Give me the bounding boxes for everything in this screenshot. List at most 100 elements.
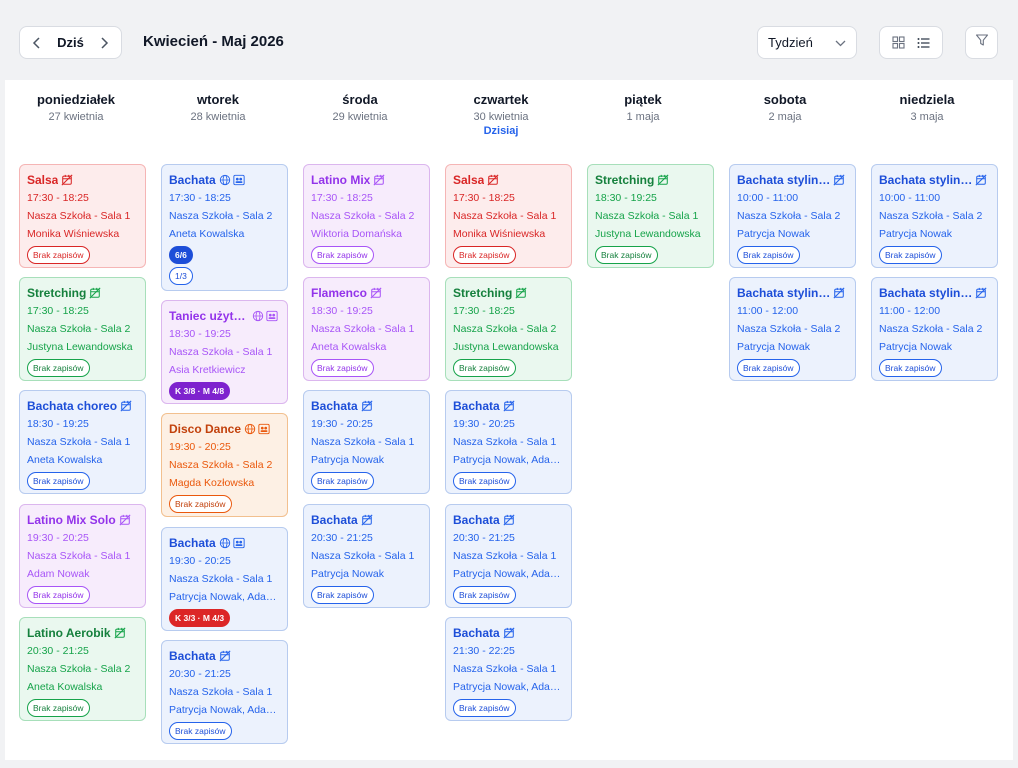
- event-time: 20:30 - 21:25: [169, 668, 231, 680]
- date-range-title: Kwiecień - Maj 2026: [143, 33, 284, 50]
- event-time: 19:30 - 20:25: [169, 441, 231, 453]
- capacity-pill: K 3/3 · M 4/3: [169, 609, 231, 627]
- no-booking-icon: [833, 287, 845, 299]
- chevron-down-icon: [835, 35, 846, 50]
- view-select-value: Tydzień: [768, 35, 813, 50]
- day-header-monday: poniedziałek 27 kwietnia: [11, 92, 141, 123]
- no-booking-icon: [370, 287, 382, 299]
- list-view-icon[interactable]: [913, 32, 935, 54]
- event-location: Nasza Szkoła - Sala 1: [595, 210, 699, 222]
- event-card[interactable]: Bachata 19:30 - 20:25 Nasza Szkoła - Sal…: [303, 390, 430, 494]
- event-time: 20:30 - 21:25: [453, 532, 515, 544]
- grid-view-icon[interactable]: [888, 32, 910, 54]
- event-title: Bachata: [311, 512, 358, 527]
- event-title: Salsa: [27, 172, 59, 187]
- event-time: 17:30 - 18:25: [453, 192, 515, 204]
- event-location: Nasza Szkoła - Sala 1: [453, 436, 557, 448]
- no-booking-icon: [361, 514, 373, 526]
- event-teacher: Patrycja Nowak: [311, 568, 384, 580]
- event-location: Nasza Szkoła - Sala 2: [27, 663, 131, 675]
- booking-status-badge: Brak zapisów: [453, 359, 516, 377]
- event-location: Nasza Szkoła - Sala 1: [27, 436, 131, 448]
- event-title: Bachata: [453, 625, 500, 640]
- event-time: 17:30 - 18:25: [27, 192, 89, 204]
- event-time: 18:30 - 19:25: [595, 192, 657, 204]
- chevron-right-icon[interactable]: [97, 36, 111, 50]
- event-teacher: Patrycja Nowak: [737, 228, 810, 240]
- event-time: 20:30 - 21:25: [311, 532, 373, 544]
- event-card[interactable]: Bachata choreo 18:30 - 19:25 Nasza Szkoł…: [19, 390, 146, 494]
- event-time: 20:30 - 21:25: [27, 645, 89, 657]
- event-time: 11:00 - 12:00: [879, 305, 941, 317]
- booking-status-badge: Brak zapisów: [27, 586, 90, 604]
- event-location: Nasza Szkoła - Sala 2: [879, 323, 983, 335]
- event-teacher: Justyna Lewandowska: [27, 341, 133, 353]
- event-card[interactable]: Latino Aerobik 20:30 - 21:25 Nasza Szkoł…: [19, 617, 146, 721]
- event-title: Bachata: [169, 648, 216, 663]
- event-card[interactable]: Bachata 21:30 - 22:25 Nasza Szkoła - Sal…: [445, 617, 572, 721]
- event-title: Flamenco: [311, 285, 368, 300]
- event-card[interactable]: Taniec użytk… 18:30 - 19:25 Nasza Szkoła…: [161, 300, 288, 404]
- event-card[interactable]: Bachata 19:30 - 20:25 Nasza Szkoła - Sal…: [445, 390, 572, 494]
- event-location: Nasza Szkoła - Sala 2: [27, 323, 131, 335]
- event-teacher: Monika Wiśniewska: [453, 228, 546, 240]
- event-card[interactable]: Bachata 20:30 - 21:25 Nasza Szkoła - Sal…: [303, 504, 430, 608]
- event-location: Nasza Szkoła - Sala 1: [311, 550, 415, 562]
- no-booking-icon: [219, 650, 231, 662]
- event-card[interactable]: Latino Mix Solo 19:30 - 20:25 Nasza Szko…: [19, 504, 146, 608]
- no-booking-icon: [503, 400, 515, 412]
- event-title: Bachata: [169, 535, 216, 550]
- booking-status-badge: Brak zapisów: [453, 699, 516, 717]
- filter-button[interactable]: [965, 26, 998, 59]
- event-card[interactable]: Bachata 20:30 - 21:25 Nasza Szkoła - Sal…: [445, 504, 572, 608]
- event-card[interactable]: Salsa 17:30 - 18:25 Nasza Szkoła - Sala …: [445, 164, 572, 268]
- event-title: Bachata: [453, 398, 500, 413]
- day-name: wtorek: [197, 92, 239, 107]
- event-title: Stretching: [595, 172, 655, 187]
- event-title: Bachata: [311, 398, 358, 413]
- event-teacher: Aneta Kowalska: [311, 341, 387, 353]
- event-card[interactable]: Bachata stylin… 11:00 - 12:00 Nasza Szko…: [729, 277, 856, 381]
- event-card[interactable]: Stretching 17:30 - 18:25 Nasza Szkoła - …: [445, 277, 572, 381]
- event-card[interactable]: Latino Mix 17:30 - 18:25 Nasza Szkoła - …: [303, 164, 430, 268]
- no-booking-icon: [657, 174, 669, 186]
- event-card[interactable]: Bachata stylin… 10:00 - 11:00 Nasza Szko…: [871, 164, 998, 268]
- today-button[interactable]: Dziś: [57, 35, 84, 50]
- toolbar: Dziś Kwiecień - Maj 2026 Tydzień: [0, 0, 1018, 80]
- event-card[interactable]: Salsa 17:30 - 18:25 Nasza Szkoła - Sala …: [19, 164, 146, 268]
- event-location: Nasza Szkoła - Sala 1: [27, 210, 131, 222]
- event-time: 17:30 - 18:25: [311, 192, 373, 204]
- event-time: 18:30 - 19:25: [27, 418, 89, 430]
- booking-status-badge: Brak zapisów: [879, 359, 942, 377]
- event-card[interactable]: Bachata stylin… 11:00 - 12:00 Nasza Szko…: [871, 277, 998, 381]
- today-label: Dzisiaj: [483, 125, 519, 137]
- event-card[interactable]: Bachata stylin… 10:00 - 11:00 Nasza Szko…: [729, 164, 856, 268]
- event-card[interactable]: Bachata 17:30 - 18:25 Nasza Szkoła - Sal…: [161, 164, 288, 291]
- booking-status-badge: Brak zapisów: [169, 722, 232, 740]
- event-location: Nasza Szkoła - Sala 1: [27, 550, 131, 562]
- event-time: 21:30 - 22:25: [453, 645, 515, 657]
- event-card[interactable]: Stretching 18:30 - 19:25 Nasza Szkoła - …: [587, 164, 714, 268]
- event-title: Disco Dance: [169, 421, 242, 436]
- event-card[interactable]: Disco Dance 19:30 - 20:25 Nasza Szkoła -…: [161, 413, 288, 517]
- event-card[interactable]: Stretching 17:30 - 18:25 Nasza Szkoła - …: [19, 277, 146, 381]
- booking-status-badge: Brak zapisów: [595, 246, 658, 264]
- event-time: 19:30 - 20:25: [311, 418, 373, 430]
- event-teacher: Justyna Lewandowska: [595, 228, 701, 240]
- event-time: 10:00 - 11:00: [737, 192, 799, 204]
- globe-icon: [252, 310, 264, 322]
- event-card[interactable]: Bachata 20:30 - 21:25 Nasza Szkoła - Sal…: [161, 640, 288, 744]
- event-card[interactable]: Flamenco 18:30 - 19:25 Nasza Szkoła - Sa…: [303, 277, 430, 381]
- booking-status-badge: Brak zapisów: [169, 495, 232, 513]
- day-date: 29 kwietnia: [332, 111, 388, 123]
- pairs-icon: [233, 174, 245, 186]
- event-teacher: Wiktoria Domańska: [311, 228, 403, 240]
- event-card[interactable]: Bachata 19:30 - 20:25 Nasza Szkoła - Sal…: [161, 527, 288, 631]
- day-date: 30 kwietnia: [473, 111, 529, 123]
- day-date: 3 maja: [910, 111, 944, 123]
- booking-status-badge: Brak zapisów: [311, 586, 374, 604]
- event-teacher: Aneta Kowalska: [27, 454, 103, 466]
- event-teacher: Aneta Kowalska: [169, 228, 245, 240]
- chevron-left-icon[interactable]: [30, 36, 44, 50]
- view-select[interactable]: Tydzień: [757, 26, 857, 59]
